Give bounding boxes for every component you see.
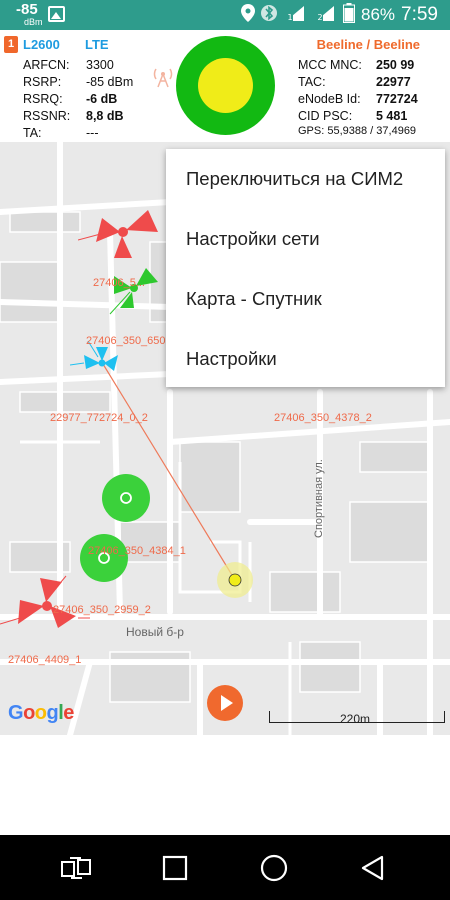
back-triangle-icon[interactable] <box>356 851 390 885</box>
menu-item-network-settings[interactable]: Настройки сети <box>166 209 445 269</box>
location-icon <box>240 3 255 27</box>
cell-sector-icon[interactable] <box>100 262 170 317</box>
street-label-sport-street: Спортивная ул. <box>313 459 325 538</box>
enodeb-value: 772724 <box>376 92 418 106</box>
recents-square-icon[interactable] <box>158 851 192 885</box>
overflow-menu: Переключиться на СИМ2 Настройки сети Кар… <box>166 149 445 387</box>
rsrp-value: -85 dBm <box>86 75 134 89</box>
google-logo: Google <box>8 702 74 724</box>
signal-quality-indicator <box>176 36 275 135</box>
mcc-mnc-value: 250 99 <box>376 58 415 72</box>
cell-tower-icon <box>151 66 175 91</box>
ta-value: --- <box>86 126 99 140</box>
cell-label: 27406_5... <box>93 277 145 289</box>
tac-label: TAC: <box>298 75 326 89</box>
play-button[interactable] <box>207 685 243 721</box>
arfcn-label: ARFCN: <box>23 58 70 72</box>
technology-label: LTE <box>85 37 109 52</box>
sim-slot-badge[interactable]: 1 <box>4 36 18 53</box>
battery-icon <box>342 2 355 28</box>
cell-site-marker[interactable] <box>100 472 152 524</box>
cid-psc-value: 5 481 <box>376 109 408 123</box>
image-icon <box>48 6 65 22</box>
menu-item-map-satellite[interactable]: Карта - Спутник <box>166 269 445 329</box>
rsrq-value: -6 dB <box>86 92 118 106</box>
cell-label: 27406_350_4384_1 <box>88 545 186 557</box>
sim1-signal-icon: 1 <box>283 4 307 27</box>
bluetooth-icon <box>260 4 277 27</box>
cell-label: 27406_350_650... <box>86 335 175 347</box>
rsrp-label: RSRP: <box>23 75 62 89</box>
cell-label: 27406_4409_1 <box>8 654 82 666</box>
status-bar: -85 dBm 1 2 86% 7:59 <box>0 0 450 30</box>
arfcn-value: 3300 <box>86 58 114 72</box>
gps-value: 55,9388 / 37,4969 <box>327 125 417 137</box>
operator-name: Beeline / Beeline <box>316 37 420 52</box>
gps-readout: GPS: 55,9388 / 37,4969 <box>298 125 416 137</box>
signal-strength-value: -85 <box>16 1 38 18</box>
band-label: L2600 <box>23 37 60 52</box>
cell-label: 27406_350_4378_2 <box>274 412 372 424</box>
cid-psc-label: CID PSC: <box>298 109 353 123</box>
cell-label: 27406_350_2959_2 <box>53 604 151 616</box>
clock: 7:59 <box>401 4 438 25</box>
rsrq-label: RSRQ: <box>23 92 63 106</box>
cell-sector-icon[interactable] <box>78 202 168 262</box>
bottom-blank-area <box>0 735 450 835</box>
menu-item-switch-sim2[interactable]: Переключиться на СИМ2 <box>166 149 445 209</box>
cell-info-panel: 1 L2600 LTE Beeline / Beeline ARFCN: 330… <box>0 30 450 142</box>
gps-label: GPS: <box>298 125 325 137</box>
rssnr-label: RSSNR: <box>23 109 71 123</box>
svg-text:2: 2 <box>317 13 322 22</box>
svg-text:1: 1 <box>287 13 292 22</box>
cell-label: 22977_772724_0_2 <box>50 412 148 424</box>
cell-sector-icon[interactable] <box>0 572 90 632</box>
mcc-mnc-label: MCC MNC: <box>298 58 362 72</box>
signal-strength-unit: dBm <box>24 17 43 27</box>
menu-item-settings[interactable]: Настройки <box>166 329 445 389</box>
signal-quality-indicator-core <box>198 58 253 113</box>
enodeb-label: eNodeB Id: <box>298 92 361 106</box>
navigation-bar <box>0 835 450 900</box>
rssnr-value: 8,8 dB <box>86 109 124 123</box>
street-label-new-boulevard: Новый б-р <box>126 625 184 639</box>
switch-sim-icon[interactable] <box>59 851 93 885</box>
tac-value: 22977 <box>376 75 411 89</box>
sim2-signal-icon: 2 <box>313 4 337 27</box>
battery-percentage: 86% <box>360 5 396 24</box>
map-scale-label: 220m <box>340 712 371 726</box>
home-circle-icon[interactable] <box>257 851 291 885</box>
ta-label: TA: <box>23 126 42 140</box>
